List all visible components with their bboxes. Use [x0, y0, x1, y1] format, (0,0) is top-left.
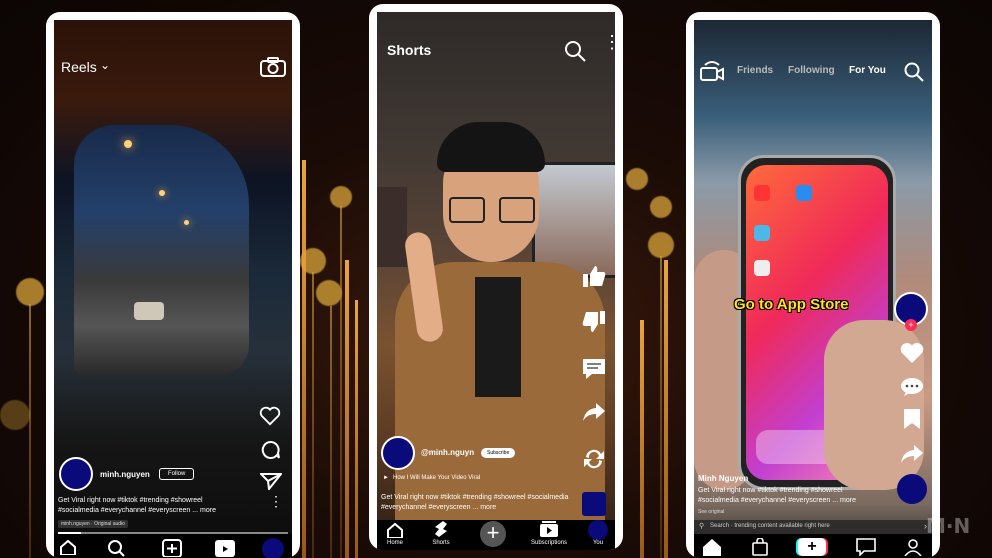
comment-icon[interactable] [261, 440, 281, 465]
shorts-screen: Shorts ⋮ @minh.nguyn Subscribe ► How I W… [377, 12, 615, 550]
add-icon: + [480, 521, 506, 547]
nav-shorts[interactable]: Shorts [427, 520, 455, 546]
heart-icon[interactable] [900, 342, 924, 369]
home-icon[interactable] [702, 538, 722, 558]
reels-screen: Reels ⌄ ⋮ minh.nguyen Follow Get Viral r… [54, 20, 292, 558]
nav-label: Home [386, 540, 403, 546]
nav-label: Subscriptions [530, 540, 568, 546]
tiktok-screen: Friends Following For You Go to App Stor… [694, 20, 932, 558]
follow-button[interactable]: Follow [159, 468, 195, 480]
like-icon[interactable] [581, 264, 607, 293]
search-icon[interactable] [564, 40, 586, 67]
subscriptions-icon [540, 521, 558, 537]
phone-reels: Reels ⌄ ⋮ minh.nguyen Follow Get Viral r… [46, 12, 300, 558]
nav-label: Shorts [432, 540, 450, 546]
video-frame [74, 125, 249, 375]
inbox-icon[interactable] [856, 538, 876, 558]
shorts-title: Shorts [387, 42, 432, 58]
share-icon[interactable] [582, 402, 606, 427]
reels-title[interactable]: Reels [61, 59, 97, 75]
more-vertical-icon[interactable]: ⋮ [269, 494, 283, 508]
search-bar-text: Search · trending content available righ… [710, 523, 830, 529]
nav-home[interactable]: Home [381, 522, 409, 546]
watermark: M·N [926, 514, 971, 538]
reels-icon[interactable] [214, 539, 236, 558]
subscribe-button[interactable]: Subscribe [481, 448, 516, 458]
shop-icon[interactable] [752, 537, 768, 558]
avatar[interactable] [381, 436, 415, 470]
username[interactable]: Minh Nguyen [698, 474, 748, 483]
create-icon[interactable]: + [798, 538, 826, 556]
home-icon [387, 522, 403, 539]
reels-nav-bar [54, 534, 292, 558]
heart-icon[interactable] [259, 406, 281, 431]
bookmark-icon[interactable] [903, 408, 921, 435]
sound-thumbnail[interactable] [582, 492, 606, 516]
sound-disc[interactable] [897, 474, 927, 504]
more-vertical-icon[interactable]: ⋮ [603, 33, 615, 51]
see-original-link[interactable]: See original [698, 509, 724, 515]
tab-following[interactable]: Following [788, 65, 835, 76]
music-note-icon: ► [383, 475, 389, 481]
nav-create[interactable]: + [480, 521, 510, 547]
caption[interactable]: Get Viral right now #tiktok #trending #s… [698, 486, 878, 506]
shorts-nav-bar: Home Shorts + Subscriptions You [377, 520, 615, 550]
chevron-down-icon[interactable]: ⌄ [100, 58, 110, 72]
tab-for-you[interactable]: For You [849, 65, 886, 76]
tab-friends[interactable]: Friends [737, 65, 773, 76]
caption[interactable]: Get Viral right now #tiktok #trending #s… [58, 496, 238, 516]
profile-avatar[interactable] [262, 538, 284, 558]
profile-avatar [588, 520, 608, 540]
camera-icon[interactable] [260, 57, 286, 82]
search-icon[interactable] [107, 539, 125, 558]
profile-icon[interactable] [904, 538, 922, 558]
phone-shorts: Shorts ⋮ @minh.nguyn Subscribe ► How I W… [369, 4, 623, 550]
follow-plus-icon[interactable]: + [905, 319, 917, 331]
comment-icon[interactable] [582, 358, 606, 385]
comment-icon[interactable] [900, 377, 924, 402]
home-icon[interactable] [59, 539, 77, 558]
shorts-icon [435, 521, 447, 537]
phone-tiktok: Friends Following For You Go to App Stor… [686, 12, 940, 558]
channel-name[interactable]: @minh.nguyn [421, 448, 474, 457]
search-icon[interactable] [904, 62, 924, 87]
username[interactable]: minh.nguyen [100, 470, 150, 479]
live-icon[interactable] [700, 60, 724, 87]
remix-icon[interactable] [582, 448, 606, 475]
search-bar[interactable]: ⚲ Search · trending content available ri… [694, 520, 932, 534]
dislike-icon[interactable] [581, 310, 607, 339]
share-icon[interactable] [900, 444, 924, 469]
nav-subscriptions[interactable]: Subscriptions [527, 520, 571, 546]
add-post-icon[interactable] [162, 539, 182, 558]
share-icon[interactable] [258, 472, 284, 495]
avatar[interactable] [59, 457, 93, 491]
search-small-icon: ⚲ [699, 523, 705, 530]
nav-label: You [592, 540, 604, 546]
audio-label[interactable]: minh.nguyen · Original audio [58, 520, 128, 528]
caption[interactable]: Get Viral right now #tiktok #trending #s… [381, 493, 571, 513]
tiktok-nav-bar: + [694, 534, 932, 558]
nav-you[interactable]: You [585, 520, 611, 546]
overlay-text: Go to App Store [734, 296, 849, 313]
video-title[interactable]: How I Will Make Your Video Viral [393, 475, 480, 481]
